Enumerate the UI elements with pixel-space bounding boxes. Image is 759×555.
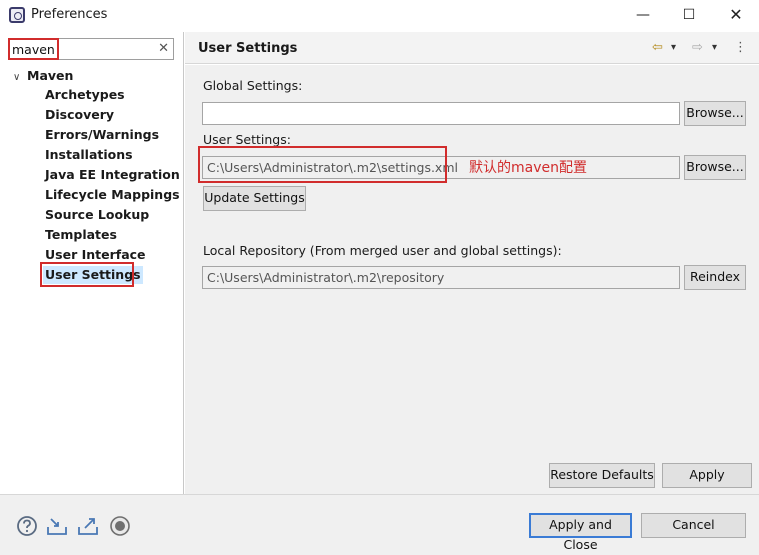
more-menu-icon[interactable]: ⋮ (734, 40, 747, 55)
minimize-button[interactable]: — (620, 0, 666, 30)
import-icon[interactable] (46, 515, 68, 537)
global-browse-button[interactable]: Browse... (684, 101, 746, 126)
collapse-caret-icon[interactable]: ∨ (13, 72, 27, 83)
tree-item-discovery[interactable]: Discovery (45, 106, 114, 124)
global-settings-field[interactable] (202, 102, 680, 125)
dialog-button-bar: Apply and Close Cancel (0, 494, 759, 555)
tree-item-java-ee-integration[interactable]: Java EE Integration (45, 166, 180, 184)
filter-input-value: maven (12, 42, 55, 57)
page-content: Global Settings: Browse... User Settings… (185, 65, 759, 494)
tree-item-user-settings[interactable]: User Settings (43, 266, 143, 284)
tree-item-errors-warnings[interactable]: Errors/Warnings (45, 126, 159, 144)
forward-menu-icon[interactable]: ▾ (712, 42, 717, 53)
tree-item-installations[interactable]: Installations (45, 146, 133, 164)
user-browse-button[interactable]: Browse... (684, 155, 746, 180)
tree-node-maven-label: Maven (27, 68, 74, 83)
back-menu-icon[interactable]: ▾ (671, 42, 676, 53)
clear-filter-icon[interactable]: ✕ (158, 41, 169, 56)
cancel-button[interactable]: Cancel (641, 513, 746, 538)
user-settings-label: User Settings: (203, 132, 291, 147)
apply-button[interactable]: Apply (662, 463, 752, 488)
page-header: User Settings ⇦ ▾ ⇨ ▾ ⋮ (185, 32, 759, 64)
tree-item-templates[interactable]: Templates (45, 226, 117, 244)
local-repository-label: Local Repository (From merged user and g… (203, 243, 562, 258)
tree-item-source-lookup[interactable]: Source Lookup (45, 206, 149, 224)
window-title: Preferences (31, 7, 108, 22)
user-settings-field[interactable]: C:\Users\Administrator\.m2\settings.xml (202, 156, 680, 179)
tree-item-lifecycle-mappings[interactable]: Lifecycle Mappings (45, 186, 180, 204)
title-bar: Preferences — ☐ ✕ (0, 0, 759, 30)
back-arrow-icon[interactable]: ⇦ (652, 40, 663, 55)
help-icon[interactable] (16, 515, 38, 537)
annotation-text: 默认的maven配置 (469, 160, 587, 176)
update-settings-button[interactable]: Update Settings (203, 186, 306, 211)
eclipse-app-icon (9, 7, 25, 23)
preferences-tree-panel: maven ✕ ∨ Maven Archetypes Discovery Erro… (0, 32, 184, 494)
local-repository-field[interactable]: C:\Users\Administrator\.m2\repository (202, 266, 680, 289)
record-icon[interactable] (109, 515, 131, 537)
reindex-button[interactable]: Reindex (684, 265, 746, 290)
tree-item-user-interface[interactable]: User Interface (45, 246, 146, 264)
forward-arrow-icon[interactable]: ⇨ (692, 40, 703, 55)
page-title: User Settings (198, 41, 298, 56)
maximize-button[interactable]: ☐ (666, 0, 712, 30)
restore-defaults-button[interactable]: Restore Defaults (549, 463, 655, 488)
global-settings-label: Global Settings: (203, 78, 303, 93)
filter-input[interactable]: maven ✕ (8, 38, 174, 60)
apply-and-close-button[interactable]: Apply and Close (529, 513, 632, 552)
tree-node-maven[interactable]: ∨ Maven (13, 68, 73, 83)
close-button[interactable]: ✕ (713, 0, 759, 30)
export-icon[interactable] (77, 515, 99, 537)
preference-page: User Settings ⇦ ▾ ⇨ ▾ ⋮ Global Settings:… (185, 32, 759, 494)
tree-item-archetypes[interactable]: Archetypes (45, 86, 125, 104)
